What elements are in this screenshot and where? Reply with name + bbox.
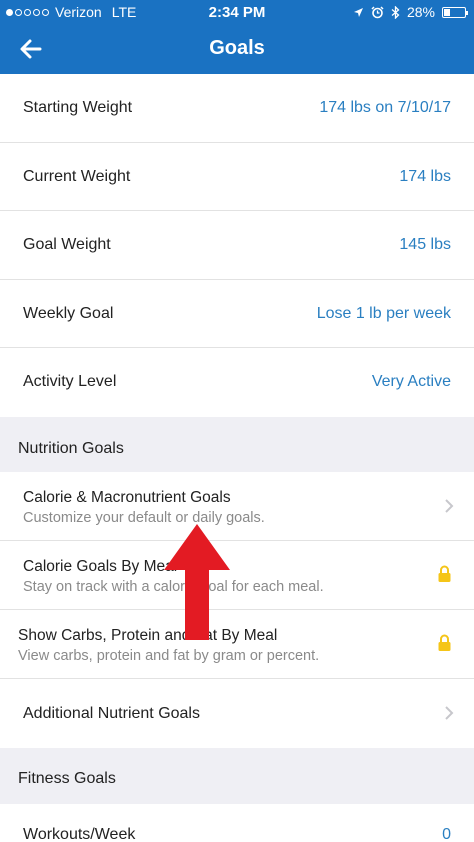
workouts-per-week-row[interactable]: Workouts/Week 0 [0, 803, 474, 842]
nutrition-goals-header: Nutrition Goals [0, 416, 474, 472]
calorie-goals-by-meal-row[interactable]: Calorie Goals By Meal Stay on track with… [0, 540, 474, 610]
bluetooth-icon [391, 5, 400, 19]
page-title: Goals [209, 37, 265, 59]
show-carbs-protein-fat-by-meal-row[interactable]: Show Carbs, Protein and Fat By Meal View… [0, 609, 474, 679]
battery-icon [442, 6, 468, 18]
goal-weight-row[interactable]: Goal Weight 145 lbs [0, 211, 474, 280]
row-title: Additional Nutrient Goals [23, 704, 200, 722]
additional-nutrient-goals-row[interactable]: Additional Nutrient Goals [0, 678, 474, 748]
row-value: 0 [442, 825, 451, 842]
row-title: Calorie Goals By Meal [23, 557, 178, 575]
current-weight-row[interactable]: Current Weight 174 lbs [0, 142, 474, 212]
calorie-macronutrient-goals-row[interactable]: Calorie & Macronutrient Goals Customize … [0, 471, 474, 541]
lock-icon [438, 565, 451, 582]
chevron-right-icon [445, 706, 454, 720]
row-label: Starting Weight [23, 99, 133, 116]
battery-percent: 28% [406, 4, 435, 20]
location-icon [353, 7, 363, 17]
starting-weight-row[interactable]: Starting Weight 174 lbs on 7/10/17 [0, 74, 474, 143]
row-label: Activity Level [23, 373, 117, 391]
row-subtitle: View carbs, protein and fat by gram or p… [18, 647, 320, 664]
section-title: Fitness Goals [18, 769, 116, 787]
row-value: 174 lbs on 7/10/17 [319, 99, 451, 116]
row-subtitle: Stay on track with a calorie goal for ea… [23, 578, 324, 595]
row-label: Goal Weight [23, 236, 111, 254]
status-bar: Verizon LTE 2:34 PM 28% [0, 0, 474, 24]
row-label: Current Weight [23, 167, 131, 185]
section-title: Nutrition Goals [18, 439, 124, 457]
row-value: Very Active [371, 373, 451, 391]
row-subtitle: Customize your default or daily goals. [23, 509, 265, 526]
status-right: 28% [353, 4, 468, 20]
activity-level-row[interactable]: Activity Level Very Active [0, 348, 474, 417]
header-bar: Verizon LTE 2:34 PM 28% Goals [0, 0, 474, 74]
lock-icon [438, 634, 451, 651]
row-value: Lose 1 lb per week [316, 304, 451, 322]
row-value: 174 lbs [399, 167, 451, 185]
row-title: Show Carbs, Protein and Fat By Meal [18, 626, 278, 644]
row-label: Weekly Goal [23, 304, 114, 322]
fitness-goals-header: Fitness Goals [0, 747, 474, 804]
alarm-icon [371, 5, 384, 18]
nav-bar: Goals [0, 24, 474, 74]
row-title: Calorie & Macronutrient Goals [23, 488, 231, 506]
chevron-right-icon [445, 499, 454, 513]
goals-list: Starting Weight 174 lbs on 7/10/17 Curre… [0, 74, 474, 842]
row-label: Workouts/Week [23, 825, 136, 842]
row-value: 145 lbs [399, 236, 451, 254]
weekly-goal-row[interactable]: Weekly Goal Lose 1 lb per week [0, 279, 474, 349]
